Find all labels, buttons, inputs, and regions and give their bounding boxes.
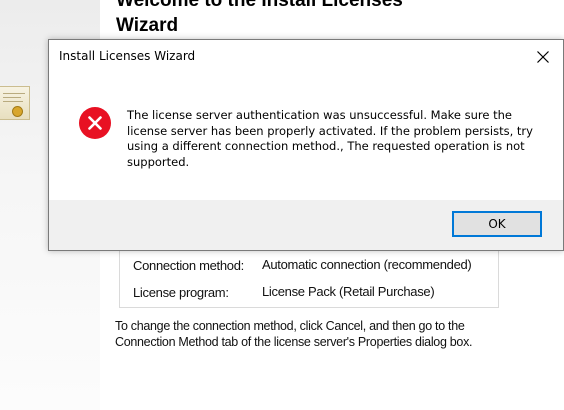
wizard-title: Welcome to the Install Licenses Wizard <box>116 0 403 36</box>
license-program-label: License program: <box>133 285 229 300</box>
error-icon <box>79 107 111 139</box>
license-program-value: License Pack (Retail Purchase) <box>262 284 435 299</box>
certificate-icon <box>0 86 30 120</box>
dialog-title: Install Licenses Wizard <box>59 49 196 63</box>
ok-button[interactable]: OK <box>452 211 542 237</box>
connection-method-label: Connection method: <box>133 258 244 273</box>
connection-method-value: Automatic connection (recommended) <box>262 257 472 272</box>
wizard-note: To change the connection method, click C… <box>115 319 473 349</box>
error-dialog: Install Licenses Wizard The license serv… <box>48 39 564 251</box>
close-icon[interactable] <box>529 45 557 69</box>
connection-info-box: Connection method: Automatic connection … <box>119 248 499 308</box>
dialog-message: The license server authentication was un… <box>127 108 533 169</box>
dialog-titlebar[interactable]: Install Licenses Wizard <box>49 40 563 76</box>
